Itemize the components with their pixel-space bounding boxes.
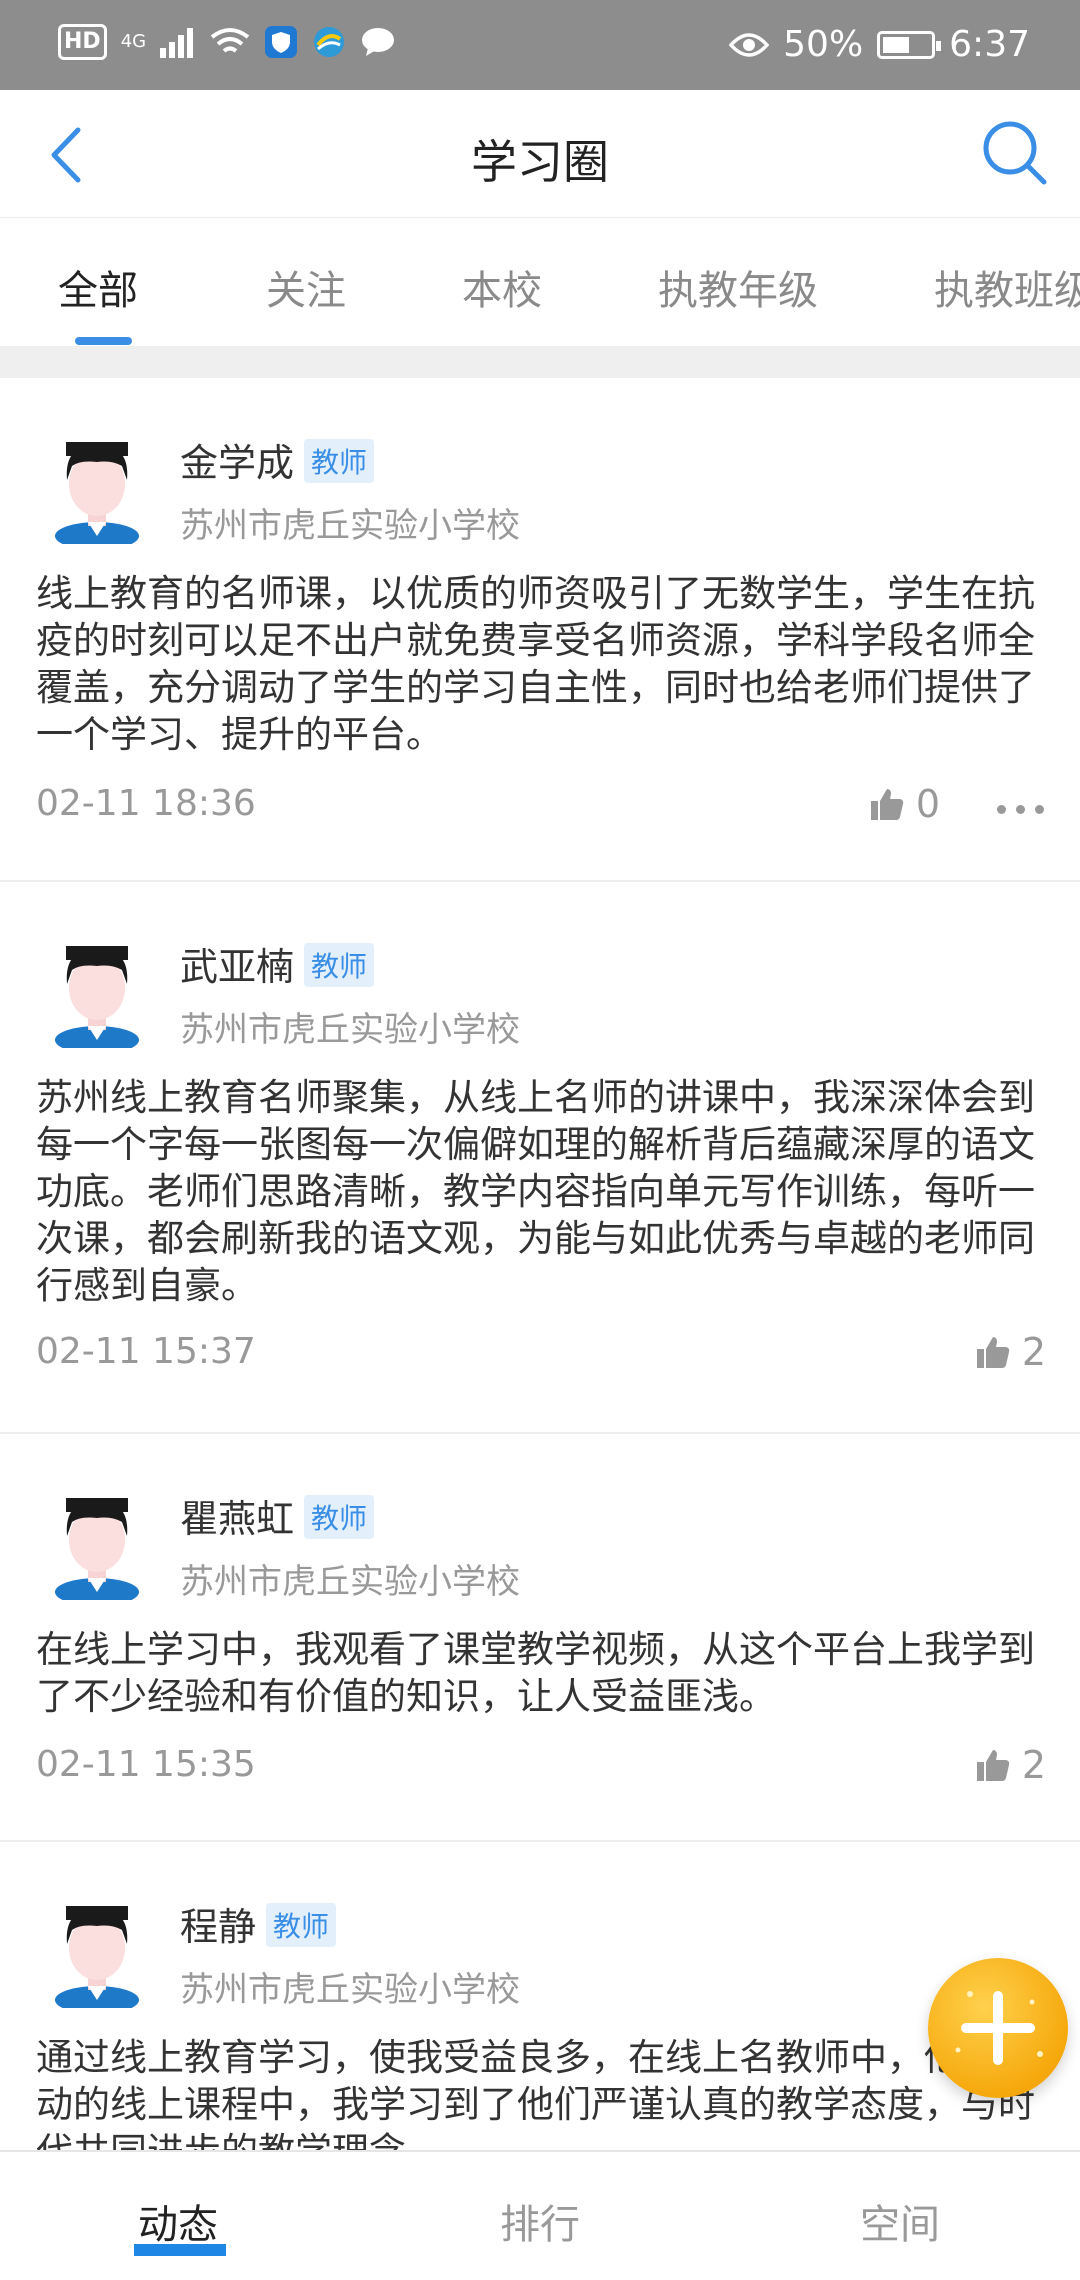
tab-indicator xyxy=(75,337,132,345)
shield-icon xyxy=(265,26,298,58)
section-divider xyxy=(0,346,1080,378)
thumbs-up-icon xyxy=(870,789,904,820)
like-count: 0 xyxy=(915,782,940,826)
post-time: 02-11 15:35 xyxy=(36,1744,256,1785)
role-badge: 教师 xyxy=(304,943,375,987)
author-name[interactable]: 武亚楠 教师 xyxy=(180,936,375,991)
role-badge: 教师 xyxy=(304,439,375,483)
like-button[interactable]: 2 xyxy=(976,1743,1046,1787)
post-content: 线上教育的名师课，以优质的师资吸引了无数学生，学生在抗疫的时刻可以足不出户就免费… xyxy=(36,572,1035,756)
author-name[interactable]: 金学成 教师 xyxy=(180,432,375,487)
author-name-text: 程静 xyxy=(180,1905,257,1949)
like-button[interactable]: 2 xyxy=(976,1330,1046,1374)
filter-tabs: 全部 关注 本校 执教年级 执教班级 xyxy=(0,218,1080,346)
add-post-button[interactable] xyxy=(928,1958,1068,2098)
author-name-text: 瞿燕虹 xyxy=(180,1497,295,1541)
school-name: 苏州市虎丘实验小学校 xyxy=(180,1970,520,2010)
status-bar: HD 4G 50% 6:37 xyxy=(0,0,1080,90)
post-time: 02-11 18:36 xyxy=(36,783,256,824)
tab-school[interactable]: 本校 xyxy=(462,258,542,316)
school-name: 苏州市虎丘实验小学校 xyxy=(180,506,520,546)
wifi-icon xyxy=(210,28,250,53)
post-item[interactable]: 程静 教师 苏州市虎丘实验小学校 通过线上教育学习，使我受益良多，在线上名教师中，… xyxy=(0,1842,1080,2150)
more-options-button[interactable] xyxy=(997,805,1044,814)
page-title: 学习圈 xyxy=(471,135,609,189)
school-name: 苏州市虎丘实验小学校 xyxy=(180,1010,520,1050)
avatar[interactable] xyxy=(52,432,142,544)
search-icon xyxy=(983,121,1047,185)
navbar: 学习圈 xyxy=(0,90,1080,218)
thumbs-up-icon xyxy=(976,1750,1010,1781)
author-name-text: 金学成 xyxy=(180,441,295,485)
avatar[interactable] xyxy=(52,1896,142,2008)
author-name[interactable]: 瞿燕虹 教师 xyxy=(180,1488,375,1543)
bottom-nav: 动态 排行 空间 xyxy=(0,2150,1080,2280)
battery-percent: 50% xyxy=(783,24,864,65)
avatar[interactable] xyxy=(52,1488,142,1600)
like-count: 2 xyxy=(1021,1743,1046,1787)
tab-all[interactable]: 全部 xyxy=(58,258,138,316)
hd-icon: HD xyxy=(58,24,107,60)
battery-fill xyxy=(883,36,910,53)
like-button[interactable]: 0 xyxy=(870,782,940,826)
status-left: HD 4G xyxy=(58,24,396,60)
post-feed[interactable]: 金学成 教师 苏州市虎丘实验小学校 线上教育的名师课，以优质的师资吸引了无数学生，… xyxy=(0,378,1080,2150)
bottom-nav-ranking[interactable]: 排行 xyxy=(500,2192,580,2250)
plus-icon xyxy=(955,1991,1043,2065)
post-time: 02-11 15:37 xyxy=(36,1331,256,1372)
more-dot xyxy=(1035,805,1044,814)
author-name[interactable]: 程静 教师 xyxy=(180,1896,337,1951)
like-count: 2 xyxy=(1021,1330,1046,1374)
bottom-nav-feed[interactable]: 动态 xyxy=(138,2192,218,2250)
battery-icon xyxy=(877,30,942,59)
post-item[interactable]: 瞿燕虹 教师 苏州市虎丘实验小学校 在线上学习中，我观看了课堂教学视频，从这个平台… xyxy=(0,1434,1080,1842)
bottom-nav-indicator xyxy=(134,2244,226,2256)
tab-following[interactable]: 关注 xyxy=(266,258,346,316)
post-item[interactable]: 武亚楠 教师 苏州市虎丘实验小学校 苏州线上教育名师聚集，从线上名师的讲课中，我深… xyxy=(0,882,1080,1434)
avatar[interactable] xyxy=(52,936,142,1048)
message-icon xyxy=(362,28,395,56)
search-button[interactable] xyxy=(978,116,1052,190)
eye-icon xyxy=(729,32,770,57)
tab-teaching-class[interactable]: 执教班级 xyxy=(934,258,1080,316)
more-dot xyxy=(997,805,1006,814)
clock: 6:37 xyxy=(949,24,1030,65)
more-dot xyxy=(1016,805,1025,814)
role-badge: 教师 xyxy=(304,1495,375,1539)
tab-teaching-grade[interactable]: 执教年级 xyxy=(658,258,818,316)
post-content: 在线上学习中，我观看了课堂教学视频，从这个平台上我学到了不少经验和有价值的知识，… xyxy=(36,1628,1035,1718)
school-name: 苏州市虎丘实验小学校 xyxy=(180,1562,520,1602)
post-content: 苏州线上教育名师聚集，从线上名师的讲课中，我深深体会到每一个字每一张图每一次偏僻… xyxy=(36,1076,1035,1307)
author-name-text: 武亚楠 xyxy=(180,945,295,989)
signal-icon xyxy=(160,28,194,58)
carrier-icon xyxy=(314,27,345,57)
role-badge: 教师 xyxy=(266,1903,337,1947)
bottom-nav-space[interactable]: 空间 xyxy=(860,2192,940,2250)
post-content: 通过线上教育学习，使我受益良多，在线上名教师中，他们生动的线上课程中，我学习到了… xyxy=(36,2036,1035,2150)
post-item[interactable]: 金学成 教师 苏州市虎丘实验小学校 线上教育的名师课，以优质的师资吸引了无数学生，… xyxy=(0,378,1080,882)
thumbs-up-icon xyxy=(976,1337,1010,1368)
status-right: 50% 6:37 xyxy=(729,24,1030,65)
network-label: 4G xyxy=(120,31,147,52)
